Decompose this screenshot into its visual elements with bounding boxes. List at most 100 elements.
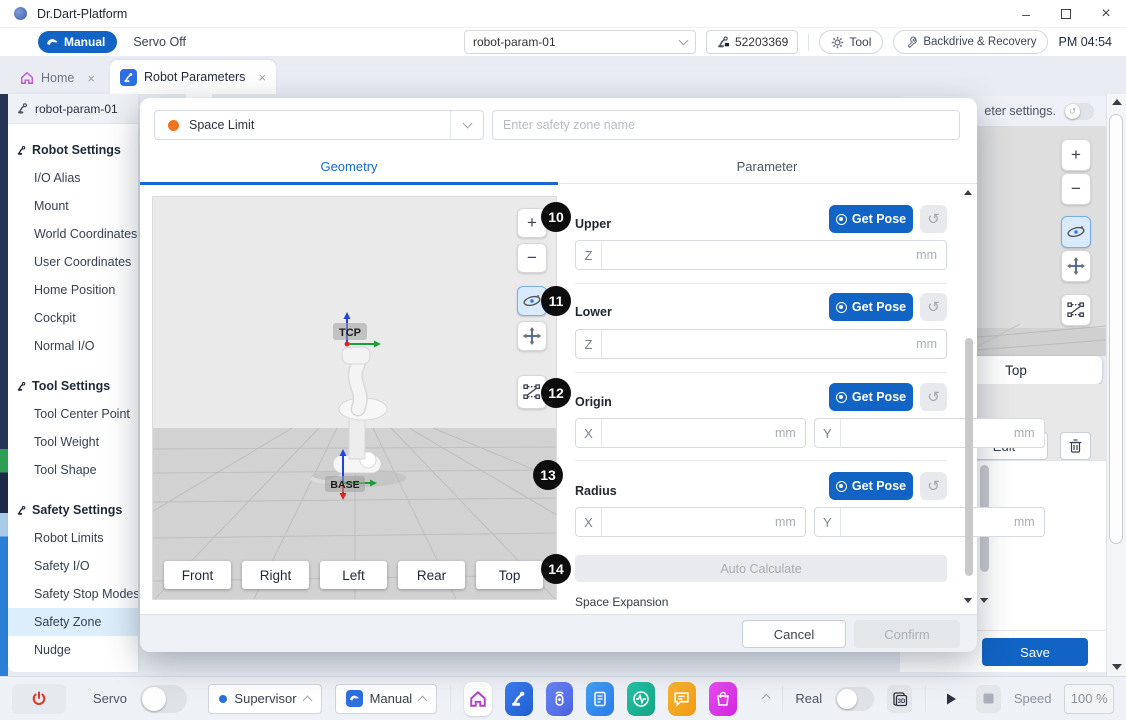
sidebar-item-io-alias[interactable]: I/O Alias [8,164,138,192]
monitoring-app-icon[interactable] [627,682,655,716]
tab-home[interactable]: Home × [10,62,105,94]
tool-button[interactable]: Tool [819,30,883,54]
origin-reset-button[interactable]: ↺ [920,383,947,411]
sidebar-item-tool-shape[interactable]: Tool Shape [8,456,138,484]
robot-parameter-select[interactable]: robot-param-01 [464,30,696,54]
sidebar-item-nudge[interactable]: Nudge [8,636,138,664]
dialog-scrollbar[interactable] [962,190,975,610]
stop-button[interactable] [976,685,1001,713]
lower-z-input[interactable] [602,337,916,351]
manual-mode-button[interactable]: Manual [38,31,117,53]
cancel-button[interactable]: Cancel [742,620,846,648]
user-role-select[interactable]: Supervisor [208,684,321,714]
annotation-badge-14: 14 [541,554,571,584]
window-scrollbar[interactable] [1106,94,1126,676]
view-right-button[interactable]: Right [242,561,309,589]
origin-y-input[interactable] [841,426,1014,440]
origin-x-input[interactable] [602,426,775,440]
tab-parameter[interactable]: Parameter [558,150,976,183]
sidebar-item-mount[interactable]: Mount [8,192,138,220]
upper-z-input[interactable] [602,248,916,262]
bg-zoom-out-button[interactable]: − [1061,173,1091,205]
dialog-scrollbar-up-icon[interactable] [964,190,972,195]
view-top-button[interactable]: Top [476,561,543,589]
real-toggle[interactable] [835,687,874,711]
delete-button[interactable] [1060,432,1091,460]
close-button[interactable]: × [1086,0,1126,27]
panel-scrollbar-down-icon[interactable] [980,598,988,603]
origin-get-pose-button[interactable]: Get Pose [829,383,913,411]
servo-toggle[interactable] [140,685,187,713]
sidebar-item-tool-center-point[interactable]: Tool Center Point [8,400,138,428]
scrollbar-thumb[interactable] [1109,114,1123,544]
sidebar-item-user-coordinates[interactable]: User Coordinates [8,248,138,276]
bg-zoom-in-button[interactable]: + [1061,139,1091,171]
speed-value: 100 % [1064,684,1113,714]
simulator-3d-button[interactable]: 3D [887,685,912,713]
scrollbar-up-icon[interactable] [1112,99,1122,105]
axis-label: Z [576,330,602,358]
pan-button[interactable] [517,321,547,351]
radius-reset-button[interactable]: ↺ [920,472,947,500]
store-app-icon[interactable] [709,682,737,716]
serial-number-box[interactable]: 52203369 [706,30,798,54]
message-app-icon[interactable] [668,682,696,716]
target-icon [836,392,847,403]
tab-home-close-icon[interactable]: × [87,71,95,86]
tab-geometry[interactable]: Geometry [140,150,558,183]
tab-robot-parameters-close-icon[interactable]: × [258,70,266,85]
play-button[interactable] [939,685,964,713]
sidebar-item-safety-io[interactable]: Safety I/O [8,552,138,580]
sidebar-item-robot-limits[interactable]: Robot Limits [8,524,138,552]
home-app-icon[interactable] [464,682,492,716]
minimize-button[interactable]: – [1006,0,1046,27]
maximize-button[interactable] [1046,0,1086,27]
settings-toggle[interactable]: ↺ [1064,103,1094,120]
bg-measure-button[interactable] [1061,294,1091,326]
view-front-button[interactable]: Front [164,561,231,589]
view-left-button[interactable]: Left [320,561,387,589]
power-button[interactable] [12,684,66,714]
scrollbar-down-icon[interactable] [1112,664,1122,670]
robot-params-app-icon[interactable] [505,682,533,716]
upper-reset-button[interactable]: ↺ [920,205,947,233]
lower-reset-button[interactable]: ↺ [920,293,947,321]
radius-x-input[interactable] [602,515,775,529]
sidebar-robot-header[interactable]: robot-param-01 [8,94,138,124]
dialog-scrollbar-down-icon[interactable] [964,598,972,603]
sidebar-item-home-position[interactable]: Home Position [8,276,138,304]
dialog-tab-bar: Geometry Parameter [140,150,977,184]
radius-y-input[interactable] [841,515,1014,529]
pendant-app-icon[interactable] [546,682,574,716]
lower-get-pose-button[interactable]: Get Pose [829,293,913,321]
radius-get-pose-button[interactable]: Get Pose [829,472,913,500]
task-writer-app-icon[interactable] [586,682,614,716]
upper-get-pose-button[interactable]: Get Pose [829,205,913,233]
sidebar-item-safety-stop-modes[interactable]: Safety Stop Modes [8,580,138,608]
dialog-scrollbar-thumb[interactable] [965,338,973,576]
bg-pan-button[interactable] [1061,250,1091,282]
auto-calculate-button[interactable]: Auto Calculate [575,555,947,582]
zoom-out-button[interactable]: − [517,243,547,273]
bg-orbit-button[interactable] [1061,216,1091,248]
sidebar-item-world-coordinates[interactable]: World Coordinates [8,220,138,248]
sidebar-item-safety-zone[interactable]: Safety Zone [8,608,138,636]
operation-mode-select[interactable]: Manual [335,684,438,714]
zone-name-input[interactable] [492,110,960,140]
sidebar-item-cockpit[interactable]: Cockpit [8,304,138,332]
sidebar-item-tool-weight[interactable]: Tool Weight [8,428,138,456]
clock-text: PM 04:54 [1058,35,1112,49]
save-button[interactable]: Save [982,638,1088,666]
sidebar-item-normal-io[interactable]: Normal I/O [8,332,138,360]
view-rear-button[interactable]: Rear [398,561,465,589]
robot-3d-view[interactable]: TCP BASE + − Front Right Left Rear Top [152,196,557,600]
sidebar-section-robot-settings: Robot Settings [8,136,138,164]
chevron-up-icon [418,696,428,706]
confirm-button[interactable]: Confirm [854,620,960,648]
annotation-badge-10: 10 [541,202,571,232]
backdrive-recovery-button[interactable]: Backdrive & Recovery [893,30,1048,54]
lower-z-field: Z mm [575,329,947,359]
pan-icon [1067,257,1085,275]
zone-type-select[interactable]: Space Limit [154,110,484,140]
expand-statusbar-icon[interactable] [761,694,770,703]
